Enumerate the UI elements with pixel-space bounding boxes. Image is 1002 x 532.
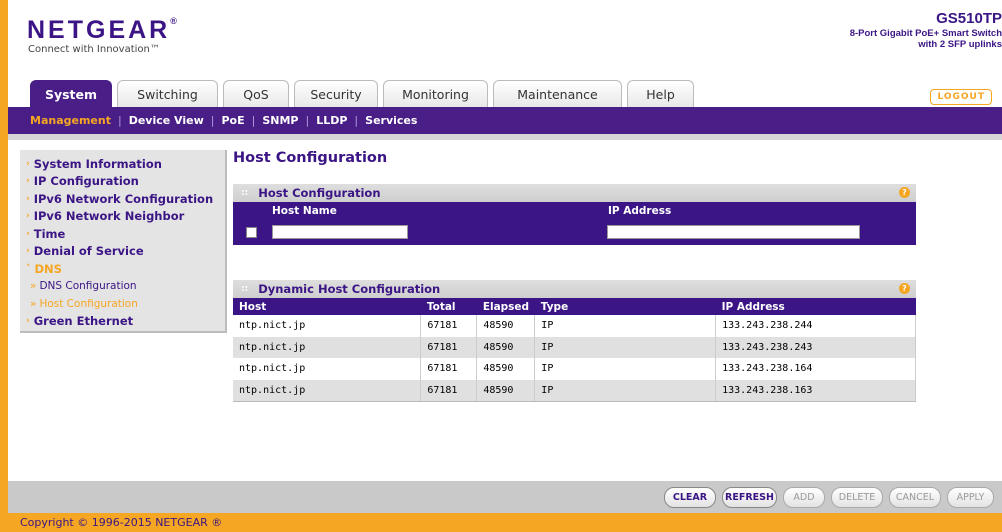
cell-total: 67181	[420, 379, 478, 402]
cell-host: ntp.nict.jp	[233, 358, 422, 380]
cell-host: ntp.nict.jp	[233, 315, 422, 337]
subnav-snmp[interactable]: SNMP	[262, 114, 298, 127]
delete-button[interactable]: DELETE	[831, 487, 883, 508]
sidebar-item-ipv6-network-neighbor[interactable]: › IPv6 Network Neighbor	[26, 208, 225, 226]
col-elapsed: Elapsed	[476, 298, 535, 315]
tab-system[interactable]: System	[30, 80, 112, 107]
tab-maintenance[interactable]: Maintenance	[493, 80, 622, 107]
help-icon[interactable]: ?	[899, 187, 910, 198]
sidebar-item-ip-configuration[interactable]: › IP Configuration	[26, 173, 225, 191]
cancel-button[interactable]: CANCEL	[889, 487, 941, 508]
clear-button[interactable]: CLEAR	[664, 487, 716, 508]
double-chevron-icon: »	[30, 280, 37, 293]
subnav-device-view[interactable]: Device View	[129, 114, 204, 127]
cell-ip-address: 133.243.238.164	[715, 358, 916, 380]
host-name-input[interactable]	[272, 225, 408, 239]
left-accent-bar	[0, 0, 8, 532]
chevron-right-icon: ›	[26, 228, 30, 239]
col-host: Host	[233, 298, 421, 315]
cell-ip-address: 133.243.238.163	[715, 379, 916, 402]
host-config-panel-header: :: Host Configuration ?	[233, 184, 916, 202]
cell-total: 67181	[420, 315, 478, 337]
grip-icon: ::	[241, 188, 249, 198]
col-host-name: Host Name	[272, 204, 337, 217]
cell-type: IP	[534, 336, 717, 358]
cell-ip-address: 133.243.238.244	[715, 315, 916, 337]
tab-security[interactable]: Security	[294, 80, 378, 107]
netgear-logo: NETGEAR®	[27, 16, 177, 44]
chevron-down-icon: ˅	[26, 263, 31, 274]
chevron-right-icon: ›	[26, 316, 30, 327]
host-config-input-row	[233, 219, 916, 245]
model-description: 8-Port Gigabit PoE+ Smart Switch with 2 …	[849, 28, 1002, 50]
logout-button[interactable]: LOGOUT	[930, 89, 992, 105]
subnav-services[interactable]: Services	[365, 114, 417, 127]
apply-button[interactable]: APPLY	[947, 487, 994, 508]
dynamic-host-panel-header: :: Dynamic Host Configuration ?	[233, 280, 916, 298]
host-config-panel: :: Host Configuration ? Host Name IP Add…	[233, 184, 916, 245]
chevron-right-icon: ›	[26, 176, 30, 187]
add-button[interactable]: ADD	[783, 487, 825, 508]
sidebar-subitem-host-configuration[interactable]: » Host Configuration	[26, 295, 225, 313]
subnav-management[interactable]: Management	[30, 114, 111, 127]
sidebar-item-denial-of-service[interactable]: › Denial of Service	[26, 243, 225, 261]
grip-icon: ::	[241, 284, 249, 294]
cell-host: ntp.nict.jp	[233, 336, 422, 358]
chevron-right-icon: ›	[26, 193, 30, 204]
help-icon[interactable]: ?	[899, 283, 910, 294]
chevron-right-icon: ›	[26, 158, 30, 169]
sidebar-item-green-ethernet[interactable]: › Green Ethernet	[26, 313, 225, 331]
dynamic-host-panel: :: Dynamic Host Configuration ? Host Tot…	[233, 280, 916, 402]
main-tabs: System Switching QoS Security Monitoring…	[30, 80, 694, 107]
cell-host: ntp.nict.jp	[233, 379, 422, 402]
dynamic-host-table: Host Total Elapsed Type IP Address ntp.n…	[233, 298, 916, 402]
subnav: Management | Device View | PoE | SNMP | LLDP…	[30, 114, 418, 127]
cell-elapsed: 48590	[476, 358, 536, 380]
page-title: Host Configuration	[233, 150, 388, 166]
subnav-poe[interactable]: PoE	[221, 114, 244, 127]
cell-total: 67181	[420, 336, 478, 358]
table-header-row: Host Total Elapsed Type IP Address	[233, 298, 916, 315]
cell-ip-address: 133.243.238.243	[715, 336, 916, 358]
tab-monitoring[interactable]: Monitoring	[383, 80, 488, 107]
cell-type: IP	[534, 358, 717, 380]
col-ip-address: IP Address	[608, 204, 672, 217]
tab-qos[interactable]: QoS	[223, 80, 289, 107]
col-ip-address: IP Address	[715, 298, 916, 315]
table-row: ntp.nict.jp 67181 48590 IP 133.243.238.2…	[233, 336, 916, 358]
page: NETGEAR® Connect with Innovation™ GS510T…	[8, 0, 1002, 532]
subnav-lldp[interactable]: LLDP	[316, 114, 347, 127]
cell-type: IP	[534, 379, 717, 402]
table-row: ntp.nict.jp 67181 48590 IP 133.243.238.1…	[233, 379, 916, 402]
cell-total: 67181	[420, 358, 478, 380]
chevron-right-icon: ›	[26, 246, 30, 257]
cell-elapsed: 48590	[476, 336, 536, 358]
cell-elapsed: 48590	[476, 379, 536, 402]
cell-type: IP	[534, 315, 717, 337]
host-config-table-header: Host Name IP Address	[233, 202, 916, 219]
sidebar-item-ipv6-network-configuration[interactable]: › IPv6 Network Configuration	[26, 190, 225, 208]
sidebar-item-time[interactable]: › Time	[26, 225, 225, 243]
refresh-button[interactable]: REFRESH	[722, 487, 777, 508]
row-select-checkbox[interactable]	[246, 226, 257, 238]
sidebar-item-system-information[interactable]: › System Information	[26, 155, 225, 173]
tagline: Connect with Innovation™	[28, 44, 160, 55]
cell-elapsed: 48590	[476, 315, 536, 337]
copyright-footer: Copyright © 1996-2015 NETGEAR ®	[8, 513, 1002, 532]
tab-help[interactable]: Help	[627, 80, 694, 107]
ip-address-input[interactable]	[607, 225, 860, 239]
divider-band	[8, 134, 1002, 140]
action-buttons: CLEAR REFRESH ADD DELETE CANCEL APPLY	[664, 487, 994, 508]
double-chevron-icon: »	[30, 297, 37, 310]
col-type: Type	[534, 298, 716, 315]
chevron-right-icon: ›	[26, 211, 30, 222]
table-row: ntp.nict.jp 67181 48590 IP 133.243.238.2…	[233, 315, 916, 337]
sidebar: › System Information › IP Configuration › I…	[20, 150, 227, 333]
table-row: ntp.nict.jp 67181 48590 IP 133.243.238.1…	[233, 358, 916, 380]
sidebar-item-dns[interactable]: ˅ DNS	[26, 260, 225, 278]
col-total: Total	[420, 298, 477, 315]
tab-switching[interactable]: Switching	[117, 80, 218, 107]
model-name: GS510TP	[936, 10, 1002, 27]
sidebar-subitem-dns-configuration[interactable]: » DNS Configuration	[26, 278, 225, 296]
